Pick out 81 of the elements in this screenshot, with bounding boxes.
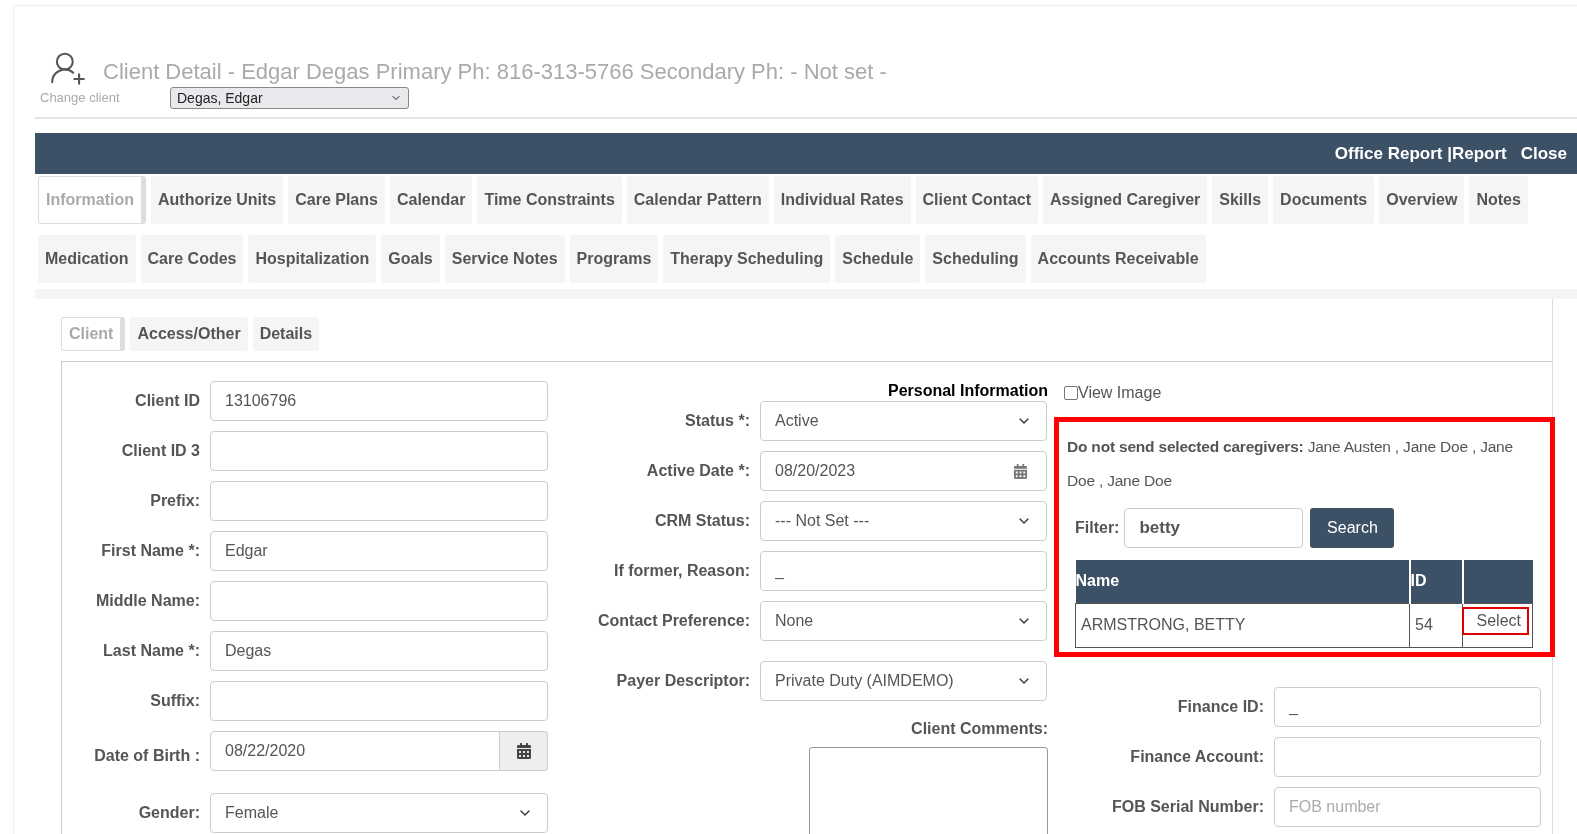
field-label: Date of Birth :	[93, 746, 200, 766]
tab[interactable]: Details	[252, 317, 320, 351]
date-field[interactable]: 08/20/2023	[760, 451, 1047, 491]
dropdown[interactable]: Active	[760, 401, 1047, 441]
tab[interactable]: Medication	[38, 235, 136, 283]
field-label: Contact Preference:	[596, 611, 750, 631]
dropdown[interactable]: Private Duty (AIMDEMO)	[760, 661, 1047, 701]
tab[interactable]: Client Contact	[915, 176, 1038, 224]
field-label: Middle Name:	[95, 591, 200, 611]
tab[interactable]: Schedule	[835, 235, 921, 283]
field-label: Prefix:	[149, 491, 200, 511]
column-header: Name	[1075, 560, 1410, 603]
field-label: CRM Status:	[653, 511, 750, 531]
text-field[interactable]: _	[1274, 686, 1541, 727]
field-label: Last Name *:	[102, 641, 200, 661]
dropdown[interactable]: --- Not Set ---	[760, 501, 1047, 541]
text-field[interactable]	[1274, 736, 1541, 777]
comments-label: Client Comments:	[910, 719, 1048, 739]
field-label: Payer Descriptor:	[615, 671, 750, 691]
dropdown[interactable]: Female	[210, 793, 548, 833]
text-field[interactable]: Edgar	[210, 531, 548, 571]
view-image-label: View Image	[1078, 383, 1162, 403]
tab[interactable]: Notes	[1469, 176, 1528, 224]
tab[interactable]: Hospitalization	[248, 235, 377, 283]
text-field[interactable]	[210, 581, 548, 621]
field-label: Active Date *:	[645, 461, 750, 481]
tab[interactable]: Care Codes	[140, 235, 244, 283]
calendar-button[interactable]	[500, 731, 548, 771]
table-cell: ARMSTRONG, BETTY	[1075, 603, 1410, 647]
tab[interactable]: Service Notes	[444, 235, 565, 283]
search-button[interactable]: Search	[1310, 508, 1395, 548]
field-label: Gender:	[137, 803, 200, 823]
tab[interactable]: Assigned Caregiver	[1043, 176, 1208, 224]
text-field[interactable]: FOB number	[1274, 786, 1541, 827]
text-field[interactable]: _	[760, 551, 1047, 591]
filter-label: Filter:	[1075, 518, 1120, 538]
tab[interactable]: Care Plans	[288, 176, 385, 224]
section-heading: Personal Information	[886, 381, 1048, 401]
field-label: Suffix:	[149, 691, 200, 711]
tab[interactable]: Scheduling	[925, 235, 1026, 283]
column-header: ID	[1409, 560, 1463, 603]
tab[interactable]: Calendar	[389, 176, 473, 224]
calendar-icon	[515, 743, 532, 759]
date-field[interactable]: 08/22/2020	[210, 731, 500, 771]
tab[interactable]: Skills	[1212, 176, 1269, 224]
field-label: Status *:	[684, 411, 750, 431]
tab[interactable]: Overview	[1379, 176, 1465, 224]
calendar-icon	[1013, 463, 1028, 479]
tab[interactable]: Calendar Pattern	[626, 176, 769, 224]
text-field[interactable]	[210, 431, 548, 471]
tab[interactable]: Documents	[1273, 176, 1375, 224]
tab[interactable]: Access/Other	[130, 317, 248, 351]
field-label: Client ID 3	[120, 441, 200, 461]
tab[interactable]: Accounts Receivable	[1030, 235, 1206, 283]
toolbar-link[interactable]: Close	[1520, 140, 1567, 167]
tab[interactable]: Therapy Scheduling	[663, 235, 831, 283]
tab[interactable]: Individual Rates	[773, 176, 911, 224]
toolbar-link[interactable]: Office Report |Report	[1334, 140, 1507, 167]
field-label: Finance ID:	[1176, 696, 1264, 717]
field-label: FOB Serial Number:	[1110, 796, 1264, 817]
page-title: Client Detail - Edgar Degas Primary Ph: 816-313-5766 Secondary Ph: - Not set -	[103, 58, 887, 86]
view-image-checkbox[interactable]	[1064, 386, 1078, 400]
tab[interactable]: Time Constraints	[477, 176, 622, 224]
field-label: First Name *:	[100, 541, 200, 561]
filter-field[interactable]: betty	[1124, 508, 1304, 548]
tab[interactable]: Programs	[569, 235, 659, 283]
text-field[interactable]	[210, 481, 548, 521]
text-field[interactable]: 13106796	[210, 381, 548, 421]
tab[interactable]: Goals	[381, 235, 440, 283]
field-label: Finance Account:	[1129, 746, 1264, 767]
tab[interactable]: Authorize Units	[151, 176, 284, 224]
excluded-caregivers-text: Do not send selected caregivers: Jane Austen , Jane Doe , Jane Doe , Jane Doe	[1067, 437, 1514, 491]
client-dropdown[interactable]: Degas, Edgar	[170, 87, 409, 109]
text-field[interactable]	[210, 681, 548, 721]
field-label: If former, Reason:	[612, 561, 750, 581]
select-button[interactable]: Select	[1462, 606, 1529, 635]
change-client-label: Change client	[40, 89, 121, 108]
field-label: Client ID	[134, 391, 200, 411]
comments-field[interactable]	[809, 747, 1048, 834]
dropdown[interactable]: None	[760, 601, 1047, 641]
text-field[interactable]: Degas	[210, 631, 548, 671]
